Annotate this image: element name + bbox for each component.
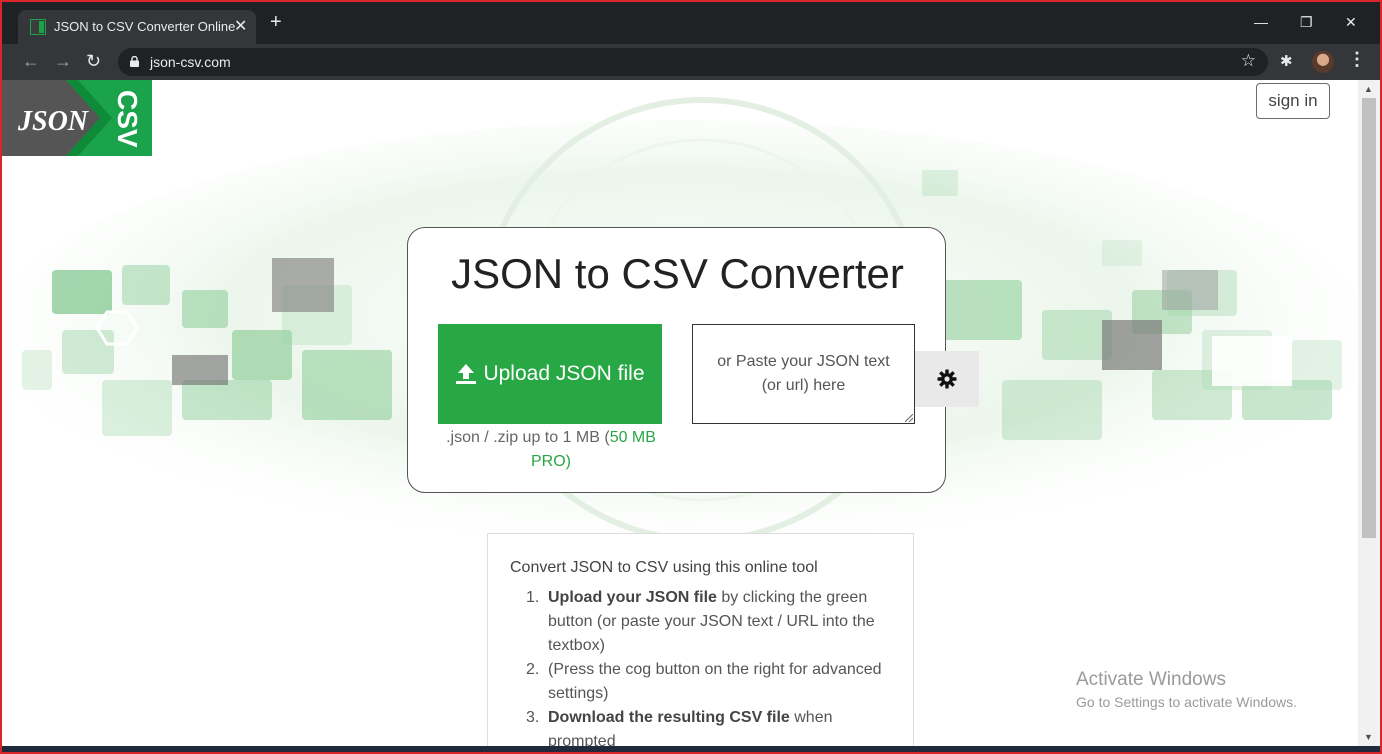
profile-avatar[interactable]: [1312, 51, 1334, 73]
upload-icon: [456, 364, 477, 384]
reload-button[interactable]: ↻: [86, 51, 101, 71]
browser-titlebar: JSON to CSV Converter Online ✕ + — ❐ ✕: [2, 2, 1380, 44]
json-paste-textarea[interactable]: or Paste your JSON text (or url) here: [692, 324, 915, 424]
forward-button[interactable]: →: [54, 51, 72, 71]
tab-title: JSON to CSV Converter Online: [54, 19, 236, 34]
close-window-button[interactable]: ✕: [1345, 14, 1357, 31]
page-title: JSON to CSV Converter: [451, 250, 904, 297]
activate-windows-watermark: Activate Windows Go to Settings to activ…: [1076, 668, 1297, 712]
favicon-icon: [30, 19, 46, 35]
upload-json-button[interactable]: Upload JSON file: [438, 324, 662, 424]
browser-toolbar: ← → ↻ json-csv.com ☆ ✱ ⋮: [2, 44, 1380, 80]
instructions-panel: Convert JSON to CSV using this online to…: [487, 533, 914, 748]
step-bold-text: Upload your JSON file: [548, 589, 717, 606]
tab-close-icon[interactable]: ✕: [234, 16, 247, 36]
minimize-button[interactable]: —: [1254, 14, 1268, 30]
upload-button-label: Upload JSON file: [483, 362, 645, 385]
window-frame: JSON to CSV Converter Online ✕ + — ❐ ✕ ←…: [0, 0, 1382, 754]
watermark-subtitle: Go to Settings to activate Windows.: [1076, 694, 1297, 710]
gear-icon: [937, 369, 957, 389]
sign-in-button[interactable]: sign in: [1256, 83, 1330, 119]
paste-placeholder: or Paste your JSON text (or url) here: [717, 353, 890, 394]
extensions-icon[interactable]: ✱: [1280, 52, 1293, 70]
address-bar[interactable]: json-csv.com ☆: [118, 48, 1268, 76]
list-item: 2. (Press the cog button on the right for…: [510, 658, 891, 706]
bookmark-star-icon[interactable]: ☆: [1241, 51, 1256, 71]
size-note-text: .json / .zip up to 1 MB (: [446, 429, 610, 446]
logo-csv-text: CSV: [112, 90, 143, 148]
back-button[interactable]: ←: [22, 51, 40, 71]
lock-icon: [130, 56, 139, 67]
browser-menu-icon[interactable]: ⋮: [1348, 49, 1366, 70]
scroll-down-icon[interactable]: ▼: [1364, 732, 1373, 742]
converter-card: JSON to CSV Converter Upload JSON file o…: [407, 227, 979, 493]
file-size-note: .json / .zip up to 1 MB (50 MB PRO): [438, 426, 664, 474]
browser-tab[interactable]: JSON to CSV Converter Online ✕: [18, 10, 256, 44]
step-text: (Press the cog button on the right for a…: [548, 661, 882, 702]
step-bold-text: Download the resulting CSV file: [548, 709, 790, 726]
restore-button[interactable]: ❐: [1300, 14, 1313, 31]
list-item: 3. Download the resulting CSV file when p…: [510, 706, 891, 748]
page-scrollbar[interactable]: ▲ ▼: [1358, 80, 1380, 748]
windows-taskbar: [2, 746, 1380, 752]
settings-cog-button[interactable]: [915, 351, 979, 407]
step-number: 3.: [526, 709, 540, 726]
page-content: JSON CSV sign in JSON to CSV Converter U…: [2, 80, 1358, 748]
url-text[interactable]: json-csv.com: [150, 54, 231, 70]
logo-json-text: JSON: [17, 106, 90, 137]
scroll-up-icon[interactable]: ▲: [1364, 84, 1373, 94]
list-item: 1. Upload your JSON file by clicking the …: [510, 586, 891, 658]
site-logo[interactable]: JSON CSV: [2, 80, 152, 156]
step-number: 1.: [526, 589, 540, 606]
scroll-thumb[interactable]: [1362, 98, 1376, 538]
instructions-heading: Convert JSON to CSV using this online to…: [510, 559, 818, 576]
instructions-list: 1. Upload your JSON file by clicking the …: [510, 586, 891, 748]
watermark-title: Activate Windows: [1076, 669, 1226, 690]
new-tab-button[interactable]: +: [270, 12, 282, 32]
step-number: 2.: [526, 661, 540, 678]
resize-grip-icon[interactable]: [905, 414, 913, 422]
